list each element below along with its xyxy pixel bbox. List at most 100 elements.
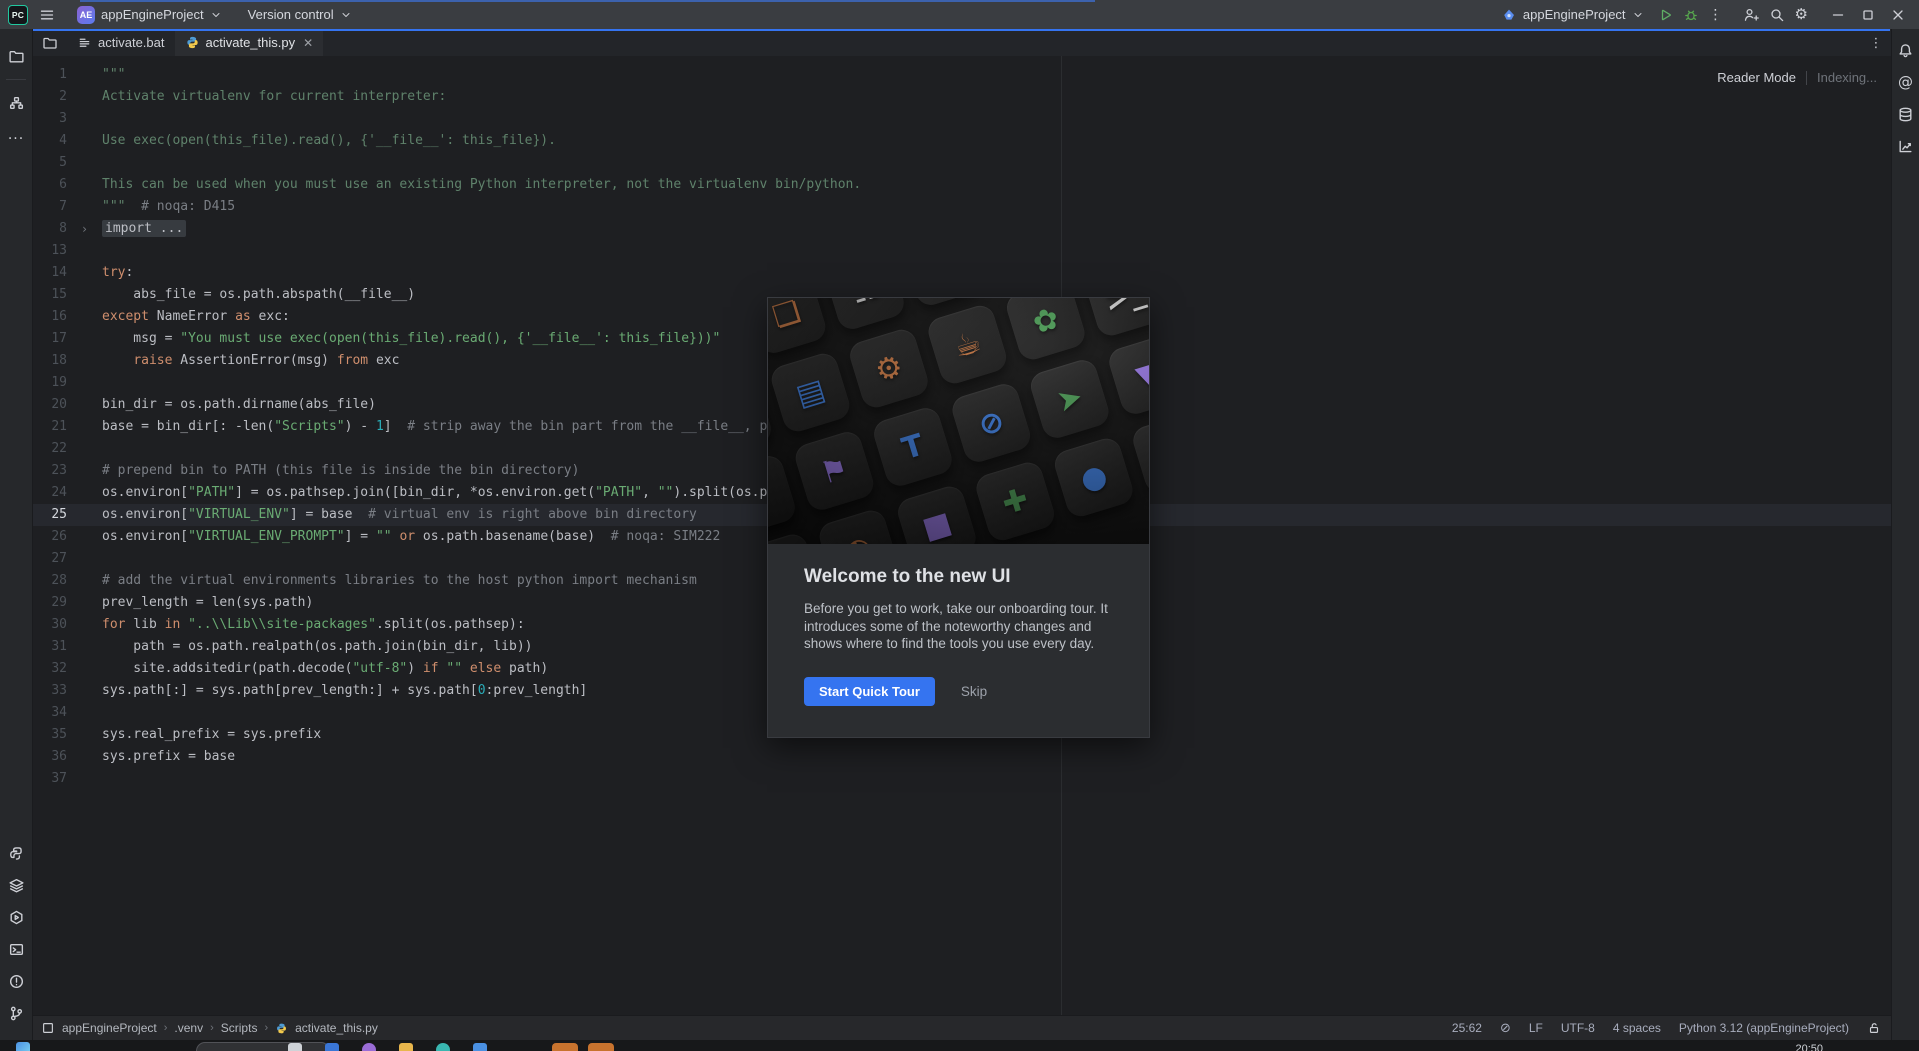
version-control-tool-button[interactable] <box>3 1000 29 1026</box>
line-number[interactable]: 33 <box>33 680 67 702</box>
taskbar-widgets-icon[interactable] <box>16 1042 30 1051</box>
reader-mode-button[interactable]: Reader Mode <box>1717 70 1796 85</box>
line-number[interactable]: 5 <box>33 152 67 174</box>
line-number[interactable]: 15 <box>33 284 67 306</box>
ai-assistant-button[interactable]: @ <box>1893 69 1919 95</box>
tab-activate-this-py[interactable]: activate_this.py ✕ <box>174 29 324 56</box>
project-widget[interactable]: AE appEngineProject <box>69 3 230 27</box>
database-tool-button[interactable] <box>1893 101 1919 127</box>
taskbar-app-icon[interactable] <box>473 1043 487 1051</box>
search-everywhere-button[interactable] <box>1764 3 1790 27</box>
line-number[interactable]: 14 <box>33 262 67 284</box>
inspections-widget-icon[interactable]: ⊘ <box>1500 1022 1511 1035</box>
taskbar-app-icon[interactable] <box>362 1043 376 1051</box>
taskbar-clock[interactable]: 20:50 <box>1795 1043 1823 1051</box>
line-number[interactable]: 23 <box>33 460 67 482</box>
line-number[interactable]: 8 <box>33 218 67 240</box>
line-number[interactable]: 19 <box>33 372 67 394</box>
line-separator-widget[interactable]: LF <box>1529 1021 1543 1035</box>
breadcrumb-item[interactable]: appEngineProject <box>62 1021 157 1035</box>
code-line[interactable]: 36 sys.prefix = base <box>33 746 1891 768</box>
code-line[interactable]: 1 """ <box>33 64 1891 86</box>
breadcrumb-item[interactable]: .venv <box>174 1021 203 1035</box>
more-actions-kebab[interactable]: ⋮ <box>1704 3 1728 27</box>
line-number[interactable]: 36 <box>33 746 67 768</box>
code-line[interactable]: 7 """ # noqa: D415 <box>33 196 1891 218</box>
line-number[interactable]: 31 <box>33 636 67 658</box>
sciview-chart-button[interactable] <box>1893 133 1919 159</box>
folded-region-chip[interactable]: import ... <box>102 220 187 237</box>
project-tool-button[interactable] <box>3 43 29 69</box>
breadcrumb-item[interactable]: Scripts <box>221 1021 258 1035</box>
tab-activate-bat[interactable]: activate.bat <box>67 29 175 56</box>
run-configuration-widget[interactable]: appEngineProject <box>1493 3 1652 27</box>
line-number[interactable]: 25 <box>33 504 67 526</box>
code-line[interactable]: 37 <box>33 768 1891 790</box>
select-opened-file-button[interactable] <box>33 29 67 56</box>
line-number[interactable]: 27 <box>33 548 67 570</box>
skip-button[interactable]: Skip <box>961 684 987 699</box>
more-tool-windows-button[interactable]: ... <box>3 122 29 148</box>
close-window-button[interactable] <box>1883 0 1913 29</box>
close-tab-icon[interactable]: ✕ <box>303 36 313 50</box>
line-number[interactable]: 32 <box>33 658 67 680</box>
taskbar-app-icon[interactable] <box>552 1043 578 1051</box>
line-number[interactable]: 20 <box>33 394 67 416</box>
indent-widget[interactable]: 4 spaces <box>1613 1021 1661 1035</box>
problems-tool-button[interactable] <box>3 968 29 994</box>
line-number[interactable]: 34 <box>33 702 67 724</box>
line-number[interactable]: 29 <box>33 592 67 614</box>
line-number[interactable]: 24 <box>33 482 67 504</box>
main-menu-burger-icon[interactable] <box>39 7 55 23</box>
line-number[interactable]: 17 <box>33 328 67 350</box>
services-tool-button[interactable] <box>3 872 29 898</box>
fold-arrow-icon[interactable]: › <box>67 218 102 240</box>
line-number[interactable]: 13 <box>33 240 67 262</box>
lock-open-icon[interactable] <box>1867 1021 1881 1035</box>
line-number[interactable]: 7 <box>33 196 67 218</box>
vcs-widget[interactable]: Version control <box>240 3 360 27</box>
taskbar-app-icon[interactable] <box>399 1043 413 1051</box>
run-button[interactable] <box>1652 3 1678 27</box>
line-number[interactable]: 18 <box>33 350 67 372</box>
line-number[interactable]: 30 <box>33 614 67 636</box>
python-console-tool-button[interactable] <box>3 840 29 866</box>
line-number[interactable]: 3 <box>33 108 67 130</box>
structure-tool-button[interactable] <box>3 90 29 116</box>
code-line[interactable]: 8 › import ... <box>33 218 1891 240</box>
run-tool-button[interactable] <box>3 904 29 930</box>
caret-position-widget[interactable]: 25:62 <box>1452 1021 1482 1035</box>
maximize-button[interactable] <box>1853 0 1883 29</box>
line-number[interactable]: 21 <box>33 416 67 438</box>
terminal-tool-button[interactable] <box>3 936 29 962</box>
line-number[interactable]: 37 <box>33 768 67 790</box>
code-line[interactable]: 6 This can be used when you must use an e… <box>33 174 1891 196</box>
settings-button[interactable]: ⚙ <box>1790 3 1813 27</box>
code-with-me-button[interactable] <box>1738 3 1764 27</box>
taskbar-app-icon[interactable] <box>436 1043 450 1051</box>
notifications-button[interactable] <box>1893 37 1919 63</box>
line-number[interactable]: 2 <box>33 86 67 108</box>
code-line[interactable]: 14 try: <box>33 262 1891 284</box>
code-line[interactable]: 3 <box>33 108 1891 130</box>
interpreter-widget[interactable]: Python 3.12 (appEngineProject) <box>1679 1021 1849 1035</box>
code-line[interactable]: 2 Activate virtualenv for current interpr… <box>33 86 1891 108</box>
tab-options-kebab[interactable]: ⋮ <box>1861 29 1891 56</box>
line-number[interactable]: 6 <box>33 174 67 196</box>
taskbar-search-box[interactable] <box>196 1042 330 1051</box>
taskbar-app-icon[interactable] <box>288 1043 302 1051</box>
start-quick-tour-button[interactable]: Start Quick Tour <box>804 676 935 706</box>
app-logo[interactable]: PC <box>8 4 28 25</box>
line-number[interactable]: 35 <box>33 724 67 746</box>
line-number[interactable]: 26 <box>33 526 67 548</box>
code-line[interactable]: 5 <box>33 152 1891 174</box>
breadcrumb-item[interactable]: activate_this.py <box>295 1021 378 1035</box>
taskbar-app-icon[interactable] <box>588 1043 614 1051</box>
taskbar-app-icon[interactable] <box>325 1043 339 1051</box>
minimize-button[interactable] <box>1823 0 1853 29</box>
debug-button[interactable] <box>1678 3 1704 27</box>
line-number[interactable]: 28 <box>33 570 67 592</box>
line-number[interactable]: 22 <box>33 438 67 460</box>
line-number[interactable]: 16 <box>33 306 67 328</box>
line-number[interactable]: 1 <box>33 64 67 86</box>
